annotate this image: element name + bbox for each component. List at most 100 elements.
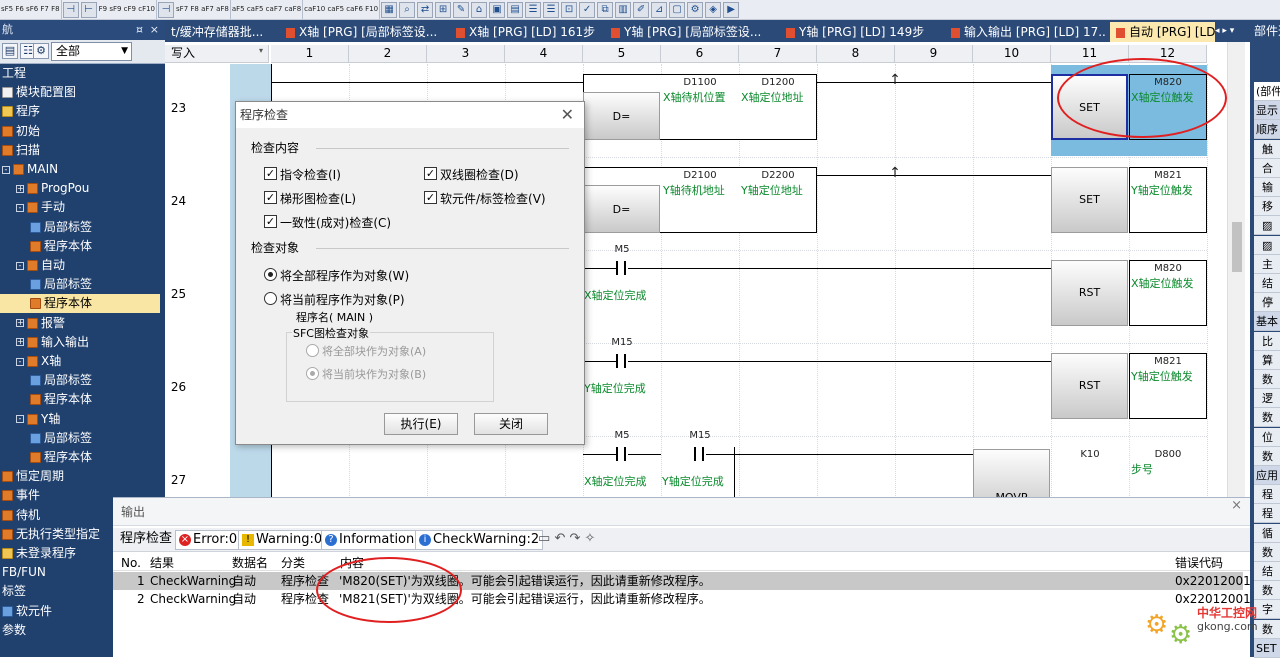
- pin-icon[interactable]: ¤: [136, 20, 143, 40]
- contact-block[interactable]: [616, 354, 626, 368]
- tree-item[interactable]: 程序本体: [0, 390, 160, 409]
- error-filter-button[interactable]: × Error:0: [175, 530, 242, 550]
- parts-item[interactable]: 触: [1254, 139, 1280, 159]
- table-icon[interactable]: ▥: [615, 2, 632, 18]
- tree-item[interactable]: - 自动: [0, 256, 160, 275]
- table-row[interactable]: 1 CheckWarning 自动 程序检查 'M820(SET)'为双线圈。可…: [113, 572, 1251, 590]
- calc-icon[interactable]: ▦: [381, 2, 398, 18]
- parts-item[interactable]: 应用: [1254, 466, 1280, 485]
- radio-current-program[interactable]: [264, 292, 277, 305]
- tree-item[interactable]: 局部标签: [0, 275, 160, 294]
- parts-item[interactable]: 合: [1254, 158, 1280, 178]
- tree-item[interactable]: - 手动: [0, 198, 160, 217]
- list-icon[interactable]: ☰: [525, 2, 542, 18]
- parts-item[interactable]: 结: [1254, 274, 1280, 293]
- parts-item[interactable]: 移: [1254, 197, 1280, 217]
- parts-item[interactable]: (部件: [1254, 82, 1280, 101]
- fkey-group[interactable]: caF10 caF5 caF6 F10: [303, 0, 381, 19]
- collapse-icon[interactable]: -: [2, 165, 10, 174]
- editor-tab[interactable]: X轴 [PRG] [LD] 161步: [450, 22, 602, 42]
- tree-item[interactable]: 模块配置图: [0, 83, 160, 102]
- tab-scroll-arrows[interactable]: ◂ ▸ ▾: [1215, 22, 1234, 40]
- compare-op-block[interactable]: D=: [583, 92, 660, 140]
- tree-item[interactable]: - Y轴: [0, 410, 160, 429]
- close-icon[interactable]: ×: [150, 20, 159, 40]
- redo-icon[interactable]: ↷: [569, 531, 580, 546]
- graph-icon[interactable]: ⊿: [651, 2, 668, 18]
- list-icon[interactable]: ☰: [543, 2, 560, 18]
- tree-item[interactable]: - X轴: [0, 352, 160, 371]
- editor-tab[interactable]: X轴 [PRG] [局部标签设...: [280, 22, 447, 42]
- tree-item[interactable]: 局部标签: [0, 429, 160, 448]
- tree-item[interactable]: 程序本体: [0, 294, 160, 314]
- expand-icon[interactable]: +: [16, 184, 24, 193]
- contact-device[interactable]: M5: [583, 244, 661, 255]
- parts-item[interactable]: 输: [1254, 178, 1280, 197]
- contact-device[interactable]: M15: [661, 430, 739, 441]
- contact-comment[interactable]: Y轴定位完成: [662, 473, 724, 489]
- contact-device[interactable]: M15: [583, 337, 661, 348]
- tree-item[interactable]: 程序本体: [0, 237, 160, 256]
- tree-item[interactable]: 局部标签: [0, 371, 160, 390]
- tree-item[interactable]: 初始: [0, 122, 160, 141]
- parts-item[interactable]: 位: [1254, 427, 1280, 447]
- scroll-thumb[interactable]: [1232, 222, 1242, 272]
- tree-item[interactable]: + ProgPou: [0, 179, 160, 198]
- close-button[interactable]: 关闭: [474, 413, 548, 435]
- radio-all-programs[interactable]: [264, 268, 277, 281]
- tree-item[interactable]: 程序: [0, 102, 160, 121]
- fkey-group[interactable]: sF5 F6 sF6 F7 F8: [0, 0, 62, 19]
- tool-icon[interactable]: ⊣: [158, 2, 175, 18]
- grid-icon[interactable]: ▤: [507, 2, 524, 18]
- tool-icon[interactable]: ⊣: [62, 2, 79, 18]
- contact-block[interactable]: [616, 261, 626, 275]
- parts-item[interactable]: 基本: [1254, 312, 1280, 332]
- parts-item[interactable]: 停: [1254, 293, 1280, 313]
- copy-icon[interactable]: ⧉: [597, 2, 614, 18]
- close-icon[interactable]: ×: [1231, 498, 1242, 513]
- parts-item[interactable]: 顺序: [1254, 120, 1280, 140]
- contact-device[interactable]: M5: [583, 430, 661, 441]
- toggle-icon[interactable]: ⊞: [435, 2, 452, 18]
- coil-instruction-block[interactable]: RST: [1051, 353, 1128, 419]
- tree-item[interactable]: 局部标签: [0, 218, 160, 237]
- contact-comment[interactable]: Y轴定位完成: [584, 380, 646, 396]
- comment-icon[interactable]: ✎: [453, 2, 470, 18]
- expand-icon[interactable]: +: [16, 319, 24, 328]
- doc-icon[interactable]: ▢: [669, 2, 686, 18]
- parts-item[interactable]: 数: [1254, 581, 1280, 601]
- close-icon[interactable]: ✕: [561, 102, 574, 128]
- gear-icon[interactable]: ⚙: [687, 2, 704, 18]
- checkbox-double-coil[interactable]: ✓: [424, 167, 437, 180]
- information-filter-button[interactable]: ? Information: [321, 530, 419, 550]
- parts-item[interactable]: 数: [1254, 446, 1280, 466]
- checkwarning-filter-button[interactable]: i CheckWarning:2: [415, 530, 544, 550]
- parts-item[interactable]: 比: [1254, 331, 1280, 351]
- gear-icon[interactable]: ⚙: [33, 43, 49, 59]
- radio-sfc-all[interactable]: [306, 344, 319, 357]
- parts-item[interactable]: ▨: [1254, 216, 1280, 236]
- output-actions[interactable]: ▭ ↶ ↷ ✧: [535, 530, 598, 550]
- run-icon[interactable]: ▶: [723, 2, 740, 18]
- contact-block[interactable]: [616, 447, 626, 461]
- fkey-group[interactable]: F9 sF9 cF9 cF10: [98, 0, 158, 19]
- parts-item[interactable]: 循: [1254, 523, 1280, 543]
- compare-op-block[interactable]: D=: [583, 185, 660, 233]
- checkbox-device-label[interactable]: ✓: [424, 191, 437, 204]
- parts-item[interactable]: 主: [1254, 254, 1280, 274]
- editor-tab[interactable]: 自动 [PRG] [LD]: [1110, 22, 1215, 42]
- search-icon[interactable]: ⌕: [399, 2, 416, 18]
- parts-item[interactable]: 算: [1254, 350, 1280, 370]
- contact-comment[interactable]: X轴定位完成: [584, 287, 647, 303]
- tree-item[interactable]: 恒定周期: [0, 467, 160, 486]
- instruction-block[interactable]: MOVP: [973, 449, 1050, 497]
- checkbox-consistency[interactable]: ✓: [264, 215, 277, 228]
- contact-block[interactable]: [694, 447, 704, 461]
- parts-item[interactable]: 显示: [1254, 101, 1280, 121]
- collapse-icon[interactable]: -: [16, 203, 24, 212]
- table-row[interactable]: 2 CheckWarning 自动 程序检查 'M821(SET)'为双线圈。可…: [113, 590, 1251, 608]
- undo-icon[interactable]: ↶: [554, 531, 565, 546]
- coil-instruction-block[interactable]: RST: [1051, 260, 1128, 326]
- fkey-group[interactable]: aF5 caF5 caF7 caF8: [231, 0, 304, 19]
- contact-comment[interactable]: X轴定位完成: [584, 473, 647, 489]
